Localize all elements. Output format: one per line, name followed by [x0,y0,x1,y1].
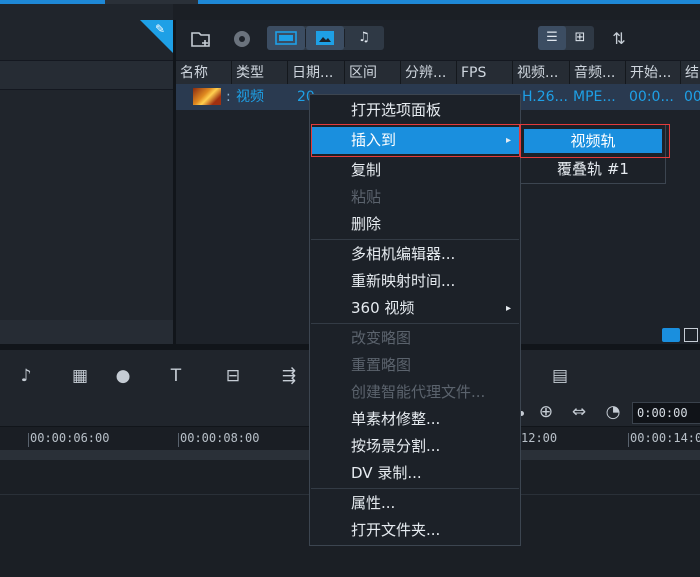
cell-video: H.26... [522,89,568,105]
row-dots: : [226,89,231,105]
storyboard-view-icon[interactable] [662,328,680,342]
sort-icon[interactable]: ⇅ [608,28,630,50]
view-mode-group: ☰ ⊞ [538,26,594,50]
col-audio[interactable]: 音频... [569,61,622,85]
cell-type: 视频 [236,89,264,105]
fit-icon[interactable]: ⇔ [566,400,592,424]
photo-filter-button[interactable] [306,26,344,50]
ruler-tick: 00:00:06:00 [27,431,110,447]
ruler-tick: 00:00:14:00 [627,431,700,447]
cell-audio: MPE... [573,89,616,105]
left-panel-header [0,60,173,90]
transition-icon[interactable]: ▦ [67,364,93,388]
col-date[interactable]: 日期... [287,61,340,85]
ruler-tick: 00:00:08:00 [177,431,260,447]
left-panel [0,4,173,344]
menu-separator [311,488,519,489]
media-filter-group: ♫ [267,26,384,50]
left-panel-footer [0,320,173,344]
clock-icon[interactable]: ◔ [600,400,626,424]
title-icon[interactable]: T [163,364,189,388]
menu-item-time-remap[interactable]: 重新映射时间... [311,268,519,295]
col-fps[interactable]: FPS [456,61,509,85]
menu-item-label: 360 视频 [351,299,415,317]
pin-icon: ✎ [155,22,166,36]
timeline-view-icon[interactable] [684,328,698,342]
pin-button[interactable]: ✎ [140,20,173,53]
ruler-tick: 12:00 [518,431,558,447]
audio-filter-button[interactable]: ♫ [345,26,383,50]
zoom-in-icon[interactable]: ⊕ [533,400,559,424]
col-resolution[interactable]: 分辨... [400,61,453,85]
filter-icon[interactable]: ● [110,364,136,388]
col-duration[interactable]: 区间 [344,61,397,85]
menu-item-properties[interactable]: 属性... [311,490,519,517]
menu-item-open-folder[interactable]: 打开文件夹... [311,517,519,544]
col-video[interactable]: 视频... [512,61,565,85]
menu-item-paste: 粘贴 [351,188,382,206]
cell-start: 00:0... [629,89,674,105]
col-end[interactable]: 结 [680,61,700,85]
thumbnail-view-button[interactable]: ⊞ [566,26,594,50]
menu-item-open-options[interactable]: 打开选项面板 [311,97,519,124]
context-menu: 打开选项面板 插入到 ▸ 复制 粘贴 删除 多相机编辑器... 重新映射时间...… [309,94,521,546]
panel-view-icons [662,326,700,344]
clip-thumbnail [193,88,221,105]
menu-separator [311,323,519,324]
subtitle-icon[interactable]: ▤ [547,364,573,388]
highlight-box [520,124,670,158]
highlight-box [311,124,520,157]
motion-icon[interactable]: ⇶ [276,364,302,388]
aperture-icon[interactable] [231,28,253,50]
menu-item-change-thumbnail: 改变略图 [351,329,412,347]
video-filter-button[interactable] [267,26,305,50]
cell-end: 00 [684,89,700,105]
menu-item-copy[interactable]: 复制 [311,157,519,184]
menu-separator [311,239,519,240]
submenu-arrow-icon: ▸ [505,303,511,314]
menu-item-dv-record[interactable]: DV 录制... [311,460,519,487]
list-view-button[interactable]: ☰ [538,26,566,50]
graphic-icon[interactable]: ⊟ [220,364,246,388]
menu-item-360-video[interactable]: 360 视频 ▸ [311,295,519,322]
col-name[interactable]: 名称 [176,61,230,85]
add-folder-icon[interactable] [190,28,212,50]
column-header: 名称 类型 日期... 区间 分辨... FPS 视频... 音频... 开始.… [176,60,700,86]
library-toolbar: ♫ ☰ ⊞ ⇅ [176,20,700,58]
menu-item-multicam-editor[interactable]: 多相机编辑器... [311,241,519,268]
col-type[interactable]: 类型 [231,61,284,85]
menu-item-create-proxy: 创建智能代理文件... [351,383,486,401]
menu-item-split-by-scene[interactable]: 按场景分割... [311,433,519,460]
col-start[interactable]: 开始... [625,61,678,85]
menu-item-delete[interactable]: 删除 [311,211,519,238]
menu-item-trim-clip[interactable]: 单素材修整... [311,406,519,433]
timecode-display[interactable]: 0:00:00 [632,402,700,424]
submenu-item-overlay-track[interactable]: 覆叠轨 #1 [524,157,662,181]
audio-mixer-icon[interactable]: ♪ [13,364,39,388]
menu-item-reset-thumbnail: 重置略图 [351,356,412,374]
